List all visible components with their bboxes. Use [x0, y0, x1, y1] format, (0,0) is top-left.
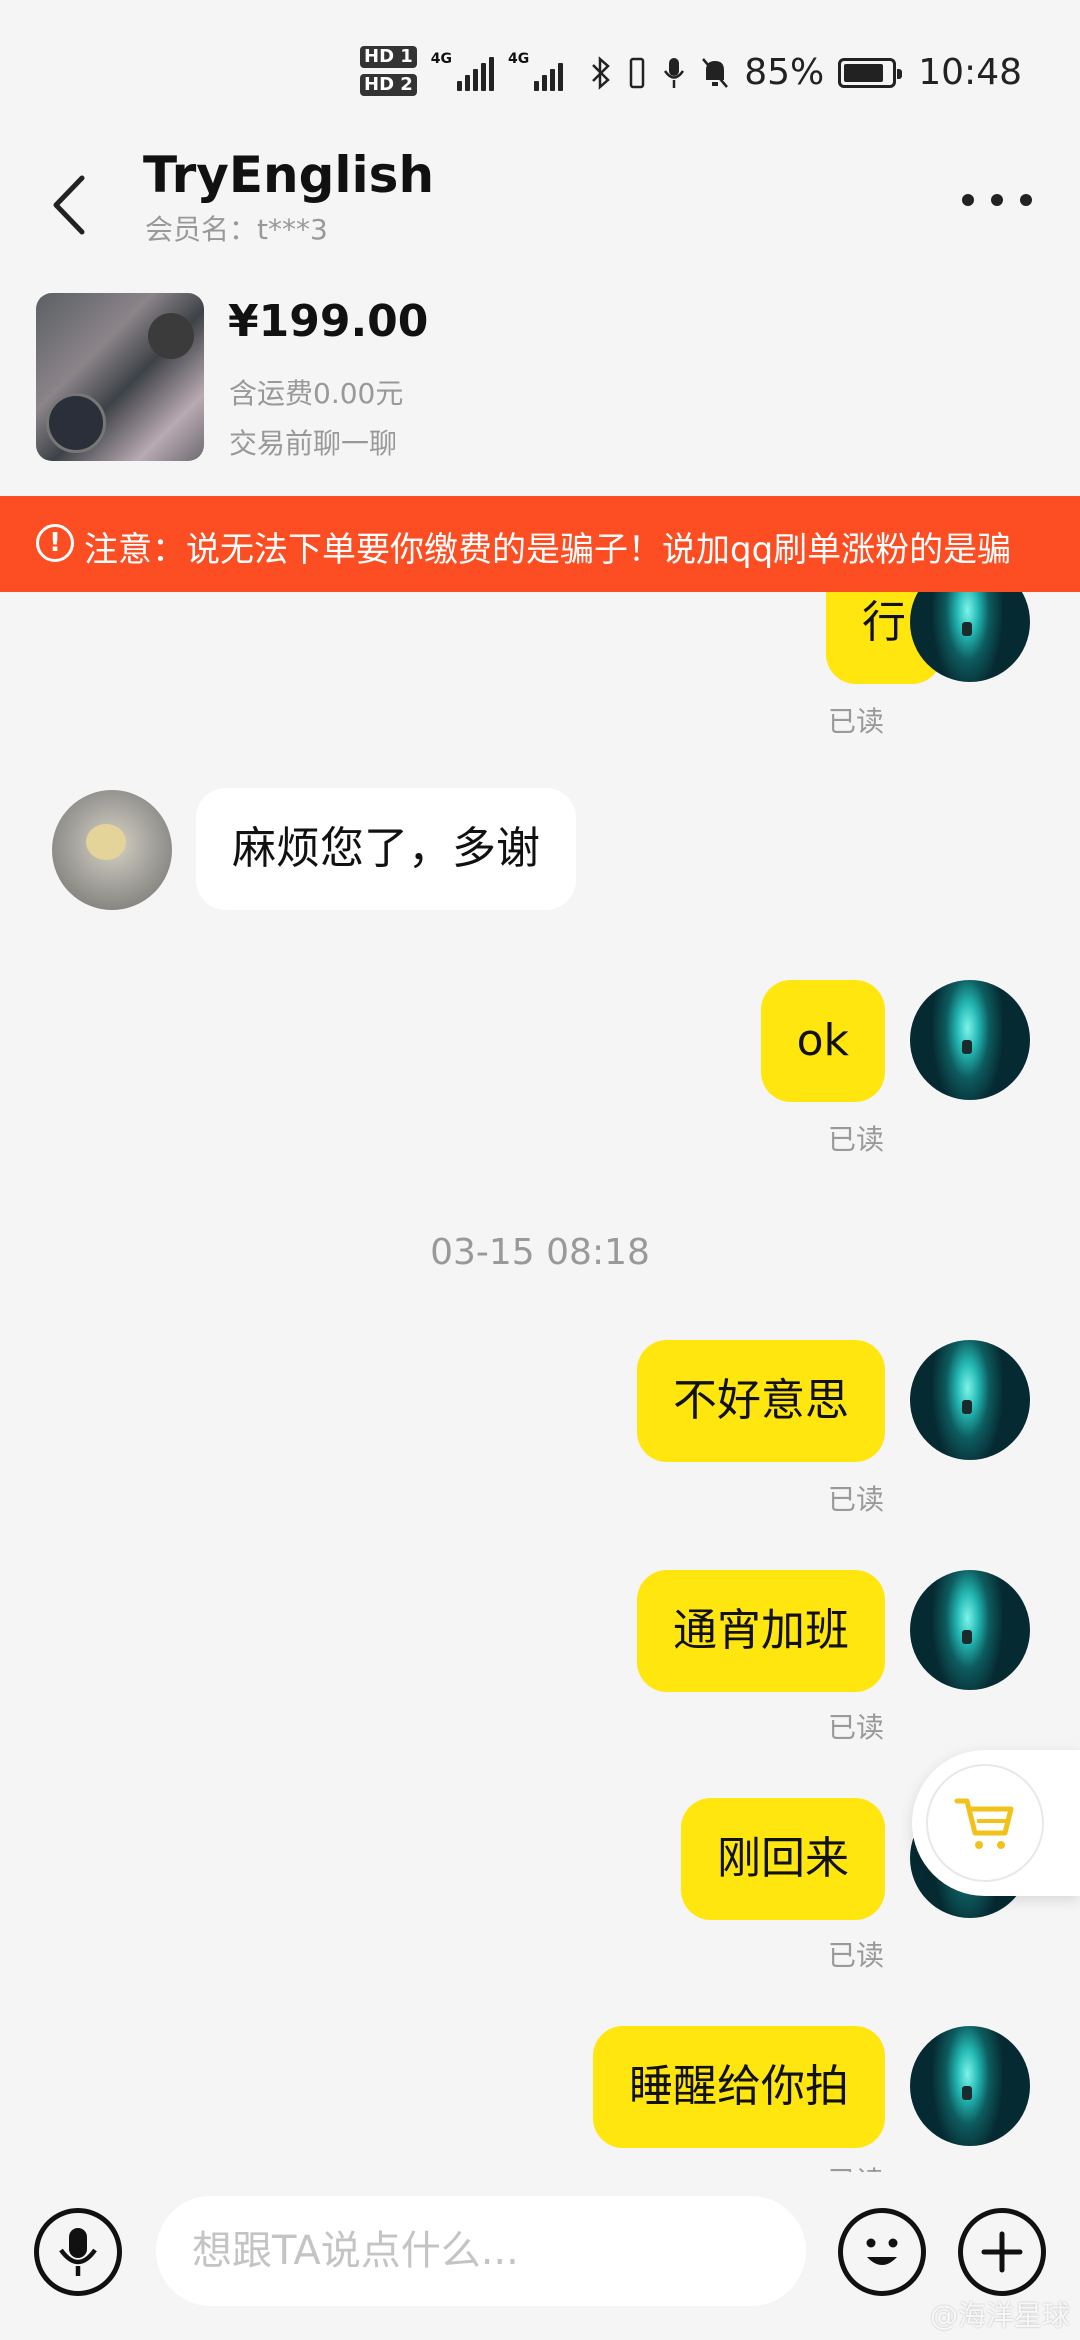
signal-1-icon: 4G	[431, 51, 495, 91]
alert-icon: !	[36, 524, 74, 562]
my-avatar[interactable]	[910, 1340, 1030, 1460]
read-status: 已读	[828, 1123, 885, 1156]
system-indicators: 85% 10:48	[590, 52, 1022, 93]
network-indicators: HD 1 HD 2 4G 4G	[360, 46, 564, 96]
product-card[interactable]: ¥199.00 含运费0.00元 交易前聊一聊	[0, 290, 1080, 470]
product-price: ¥199.00	[228, 296, 429, 347]
plus-icon	[981, 2231, 1023, 2273]
message-bubble-sent[interactable]: 通宵加班	[637, 1570, 885, 1692]
hd2-badge: HD 2	[360, 74, 417, 96]
dot-icon	[1020, 194, 1032, 206]
message-input[interactable]	[156, 2196, 806, 2306]
product-thumbnail[interactable]	[36, 293, 204, 461]
voice-input-button[interactable]	[34, 2208, 122, 2296]
read-status: 已读	[828, 1939, 885, 1972]
dot-icon	[991, 194, 1003, 206]
warning-text: 注意：说无法下单要你缴费的是骗子！说加qq刷单涨粉的是骗	[84, 530, 1012, 570]
read-status: 已读	[828, 1711, 885, 1744]
watermark: @海洋星球	[929, 2299, 1070, 2332]
dot-icon	[962, 194, 974, 206]
my-avatar[interactable]	[910, 980, 1030, 1100]
mic-icon	[664, 57, 685, 88]
mute-icon	[702, 57, 729, 88]
battery-percent: 85%	[744, 52, 825, 93]
read-status: 已读	[828, 1483, 885, 1516]
read-status: 已读	[828, 2160, 884, 2172]
chat-header: TryEnglish 会员名：t***3	[0, 140, 1080, 270]
my-avatar[interactable]	[910, 2026, 1030, 2146]
back-arrow-icon[interactable]	[44, 170, 94, 240]
cart-button[interactable]	[926, 1764, 1044, 1882]
battery-icon	[838, 57, 903, 88]
more-actions-button[interactable]	[958, 2208, 1046, 2296]
input-bar: @海洋星球	[0, 2172, 1080, 2340]
message-bubble-sent[interactable]: 刚回来	[681, 1798, 885, 1920]
contact-name: TryEnglish	[143, 146, 435, 204]
battery-fill	[844, 63, 884, 82]
my-avatar[interactable]	[910, 1570, 1030, 1690]
emoji-button[interactable]	[838, 2208, 926, 2296]
message-bubble-sent[interactable]: 睡醒给你拍	[593, 2026, 885, 2148]
message-bubble-sent[interactable]: 不好意思	[637, 1340, 885, 1462]
cart-icon	[954, 1798, 1014, 1849]
clock: 10:48	[918, 52, 1022, 93]
bluetooth-icon	[592, 55, 611, 90]
read-status: 已读	[828, 705, 885, 738]
signal-2-icon: 4G	[508, 51, 564, 91]
chat-hint: 交易前聊一聊	[229, 427, 398, 460]
contact-avatar[interactable]	[52, 790, 172, 910]
more-options-button[interactable]	[962, 180, 1032, 220]
vibrate-icon	[629, 57, 645, 88]
message-bubble-received[interactable]: 麻烦您了，多谢	[196, 788, 576, 910]
message-timestamp: 03-15 08:18	[430, 1232, 650, 1273]
shipping-info: 含运费0.00元	[229, 377, 404, 410]
emoji-icon	[866, 2238, 898, 2265]
message-list[interactable]: 行 已读 麻烦您了，多谢 ok 已读 03-15 08:18 不好意思 已读 通…	[0, 592, 1080, 2172]
warning-banner: ! 注意：说无法下单要你缴费的是骗子！说加qq刷单涨粉的是骗	[0, 496, 1080, 592]
message-bubble-sent[interactable]: ok	[760, 980, 885, 1102]
mic-icon	[59, 2228, 97, 2276]
hd1-badge: HD 1	[360, 46, 417, 68]
member-name: 会员名：t***3	[145, 213, 328, 246]
cart-float-button[interactable]	[912, 1750, 1080, 1896]
status-bar: HD 1 HD 2 4G 4G 85% 10:48	[0, 0, 1080, 140]
